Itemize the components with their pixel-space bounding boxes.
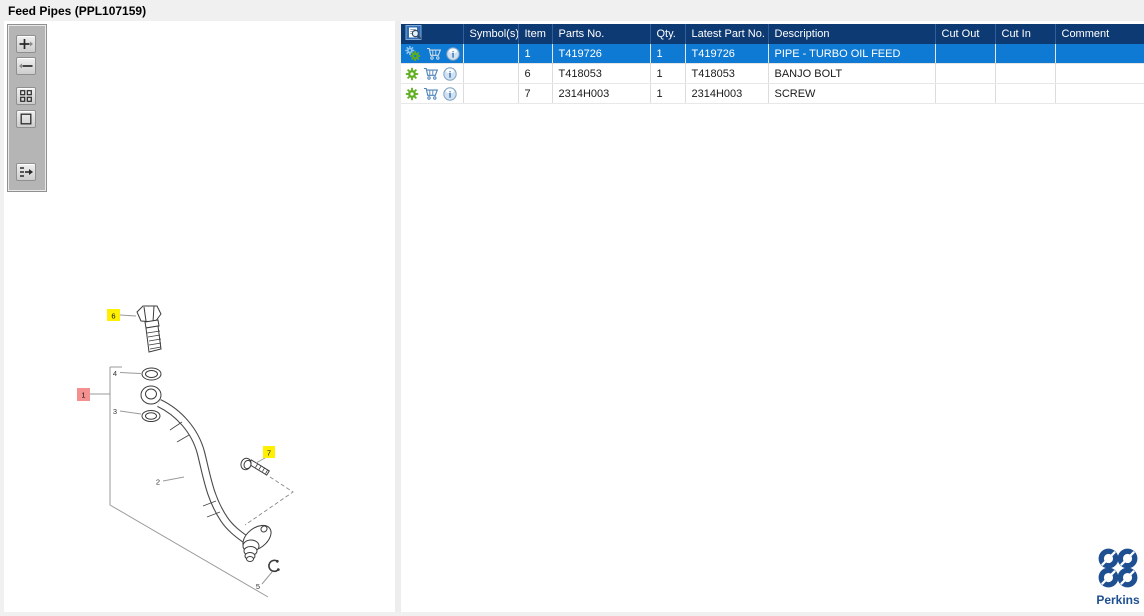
banjo-bolt-drawing — [136, 305, 162, 353]
screw-drawing — [240, 457, 270, 476]
column-header-item[interactable]: Item — [518, 24, 553, 44]
usage-gears-icon[interactable] — [405, 46, 422, 61]
parts-panel: Symbol(s) Item Parts No. Qty. Latest Par… — [401, 21, 1144, 612]
column-header-description[interactable]: Description — [768, 24, 936, 44]
toggle-panel-button[interactable] — [16, 163, 36, 181]
column-header-parts-no[interactable]: Parts No. — [552, 24, 651, 44]
cell-latest-part-no[interactable]: T418053 — [685, 63, 769, 84]
callout-3-label: 3 — [113, 407, 117, 416]
callout-7[interactable]: 7 — [255, 446, 275, 464]
cell-parts-no[interactable]: T418053 — [552, 63, 651, 84]
washer-3-drawing — [141, 410, 161, 422]
cell-symbols[interactable] — [463, 63, 519, 84]
cell-symbols[interactable] — [463, 44, 519, 64]
table-row[interactable]: i 1 T419726 1 T419726 PIPE - TURBO OIL F… — [401, 44, 1144, 64]
ring-5-drawing — [268, 559, 280, 573]
callout-6[interactable]: 6 — [107, 309, 137, 321]
callout-2-label: 2 — [156, 478, 160, 487]
zoom-in-button[interactable] — [16, 35, 36, 53]
cell-comment[interactable] — [1055, 63, 1144, 84]
washer-4-drawing — [141, 367, 162, 381]
parts-table: Symbol(s) Item Parts No. Qty. Latest Par… — [401, 24, 1144, 104]
fit-all-button[interactable] — [16, 87, 36, 105]
cell-cut-out[interactable] — [935, 44, 996, 64]
table-row[interactable]: i 7 2314H003 1 2314H003 SCREW — [401, 83, 1144, 104]
column-header-symbols[interactable]: Symbol(s) — [463, 24, 519, 44]
cart-icon[interactable] — [423, 87, 439, 100]
cell-qty[interactable]: 1 — [650, 63, 686, 84]
cell-cut-out[interactable] — [935, 83, 996, 104]
cell-cut-in[interactable] — [995, 83, 1056, 104]
bracket-lines — [90, 366, 269, 598]
column-header-qty[interactable]: Qty. — [650, 24, 686, 44]
row-actions-cell[interactable]: i — [401, 63, 464, 84]
callout-2[interactable]: 2 — [156, 476, 185, 487]
cell-cut-in[interactable] — [995, 63, 1056, 84]
zoom-out-icon — [19, 63, 33, 69]
cell-item[interactable]: 6 — [518, 63, 553, 84]
info-icon[interactable]: i — [446, 46, 460, 61]
cell-description[interactable]: PIPE - TURBO OIL FEED — [768, 44, 936, 64]
column-header-comment[interactable]: Comment — [1055, 24, 1144, 44]
parts-diagram: 6 4 1 3 2 7 5 — [77, 305, 294, 598]
cell-comment[interactable] — [1055, 83, 1144, 104]
gear-icon[interactable] — [405, 67, 419, 81]
content-area: 6 4 1 3 2 7 5 Symbol(s) Item Parts No. Q… — [4, 21, 1144, 612]
column-header-icon[interactable] — [401, 24, 464, 44]
column-header-latest-part-no[interactable]: Latest Part No. — [685, 24, 769, 44]
cell-cut-out[interactable] — [935, 63, 996, 84]
callout-1-label: 1 — [81, 391, 85, 400]
page-title: Feed Pipes (PPL107159) — [8, 4, 147, 18]
cell-cut-in[interactable] — [995, 44, 1056, 64]
cart-icon[interactable] — [423, 67, 439, 80]
cart-icon[interactable] — [426, 47, 442, 60]
cell-latest-part-no[interactable]: 2314H003 — [685, 83, 769, 104]
column-header-cut-out[interactable]: Cut Out — [935, 24, 996, 44]
info-icon[interactable]: i — [443, 86, 457, 101]
perkins-brand: Perkins — [1095, 548, 1141, 607]
gear-icon[interactable] — [405, 87, 419, 101]
info-icon[interactable]: i — [443, 66, 457, 81]
row-actions-cell[interactable]: i — [401, 44, 464, 64]
callout-4[interactable]: 4 — [113, 369, 142, 378]
diagram-panel: 6 4 1 3 2 7 5 — [4, 21, 395, 612]
banjo-union-drawing — [140, 385, 162, 405]
square-outline-icon — [20, 113, 32, 125]
zoom-out-button[interactable] — [16, 57, 36, 75]
cell-parts-no[interactable]: T419726 — [552, 44, 651, 64]
zoom-in-icon — [19, 39, 33, 49]
catalog-search-icon — [405, 24, 422, 40]
callout-6-label: 6 — [111, 312, 115, 321]
cell-item[interactable]: 7 — [518, 83, 553, 104]
cell-qty[interactable]: 1 — [650, 44, 686, 64]
callout-5-label: 5 — [256, 582, 260, 591]
cell-parts-no[interactable]: 2314H003 — [552, 83, 651, 104]
cell-latest-part-no[interactable]: T419726 — [685, 44, 769, 64]
cell-item[interactable]: 1 — [518, 44, 553, 64]
table-header-row: Symbol(s) Item Parts No. Qty. Latest Par… — [401, 24, 1144, 44]
dashed-leader-lines — [244, 476, 294, 526]
callout-3[interactable]: 3 — [113, 407, 142, 416]
callout-4-label: 4 — [113, 369, 117, 378]
flange-drawing — [242, 524, 272, 562]
panel-arrow-icon — [20, 167, 33, 177]
cell-description[interactable]: SCREW — [768, 83, 936, 104]
callout-1[interactable]: 1 — [77, 388, 90, 401]
cell-comment[interactable] — [1055, 44, 1144, 64]
title-bar: Feed Pipes (PPL107159) — [0, 0, 1144, 21]
column-header-cut-in[interactable]: Cut In — [995, 24, 1056, 44]
row-actions-cell[interactable]: i — [401, 83, 464, 104]
cell-symbols[interactable] — [463, 83, 519, 104]
table-row[interactable]: i 6 T418053 1 T418053 BANJO BOLT — [401, 63, 1144, 84]
full-view-button[interactable] — [16, 110, 36, 128]
cell-qty[interactable]: 1 — [650, 83, 686, 104]
cell-description[interactable]: BANJO BOLT — [768, 63, 936, 84]
perkins-logo-icon — [1098, 548, 1138, 588]
tiles-icon — [20, 90, 32, 102]
callout-5[interactable]: 5 — [256, 571, 273, 591]
diagram-toolbar — [7, 24, 47, 192]
callout-7-label: 7 — [267, 449, 271, 458]
pipe-drawing — [157, 399, 248, 543]
perkins-logo-text: Perkins — [1096, 593, 1140, 607]
